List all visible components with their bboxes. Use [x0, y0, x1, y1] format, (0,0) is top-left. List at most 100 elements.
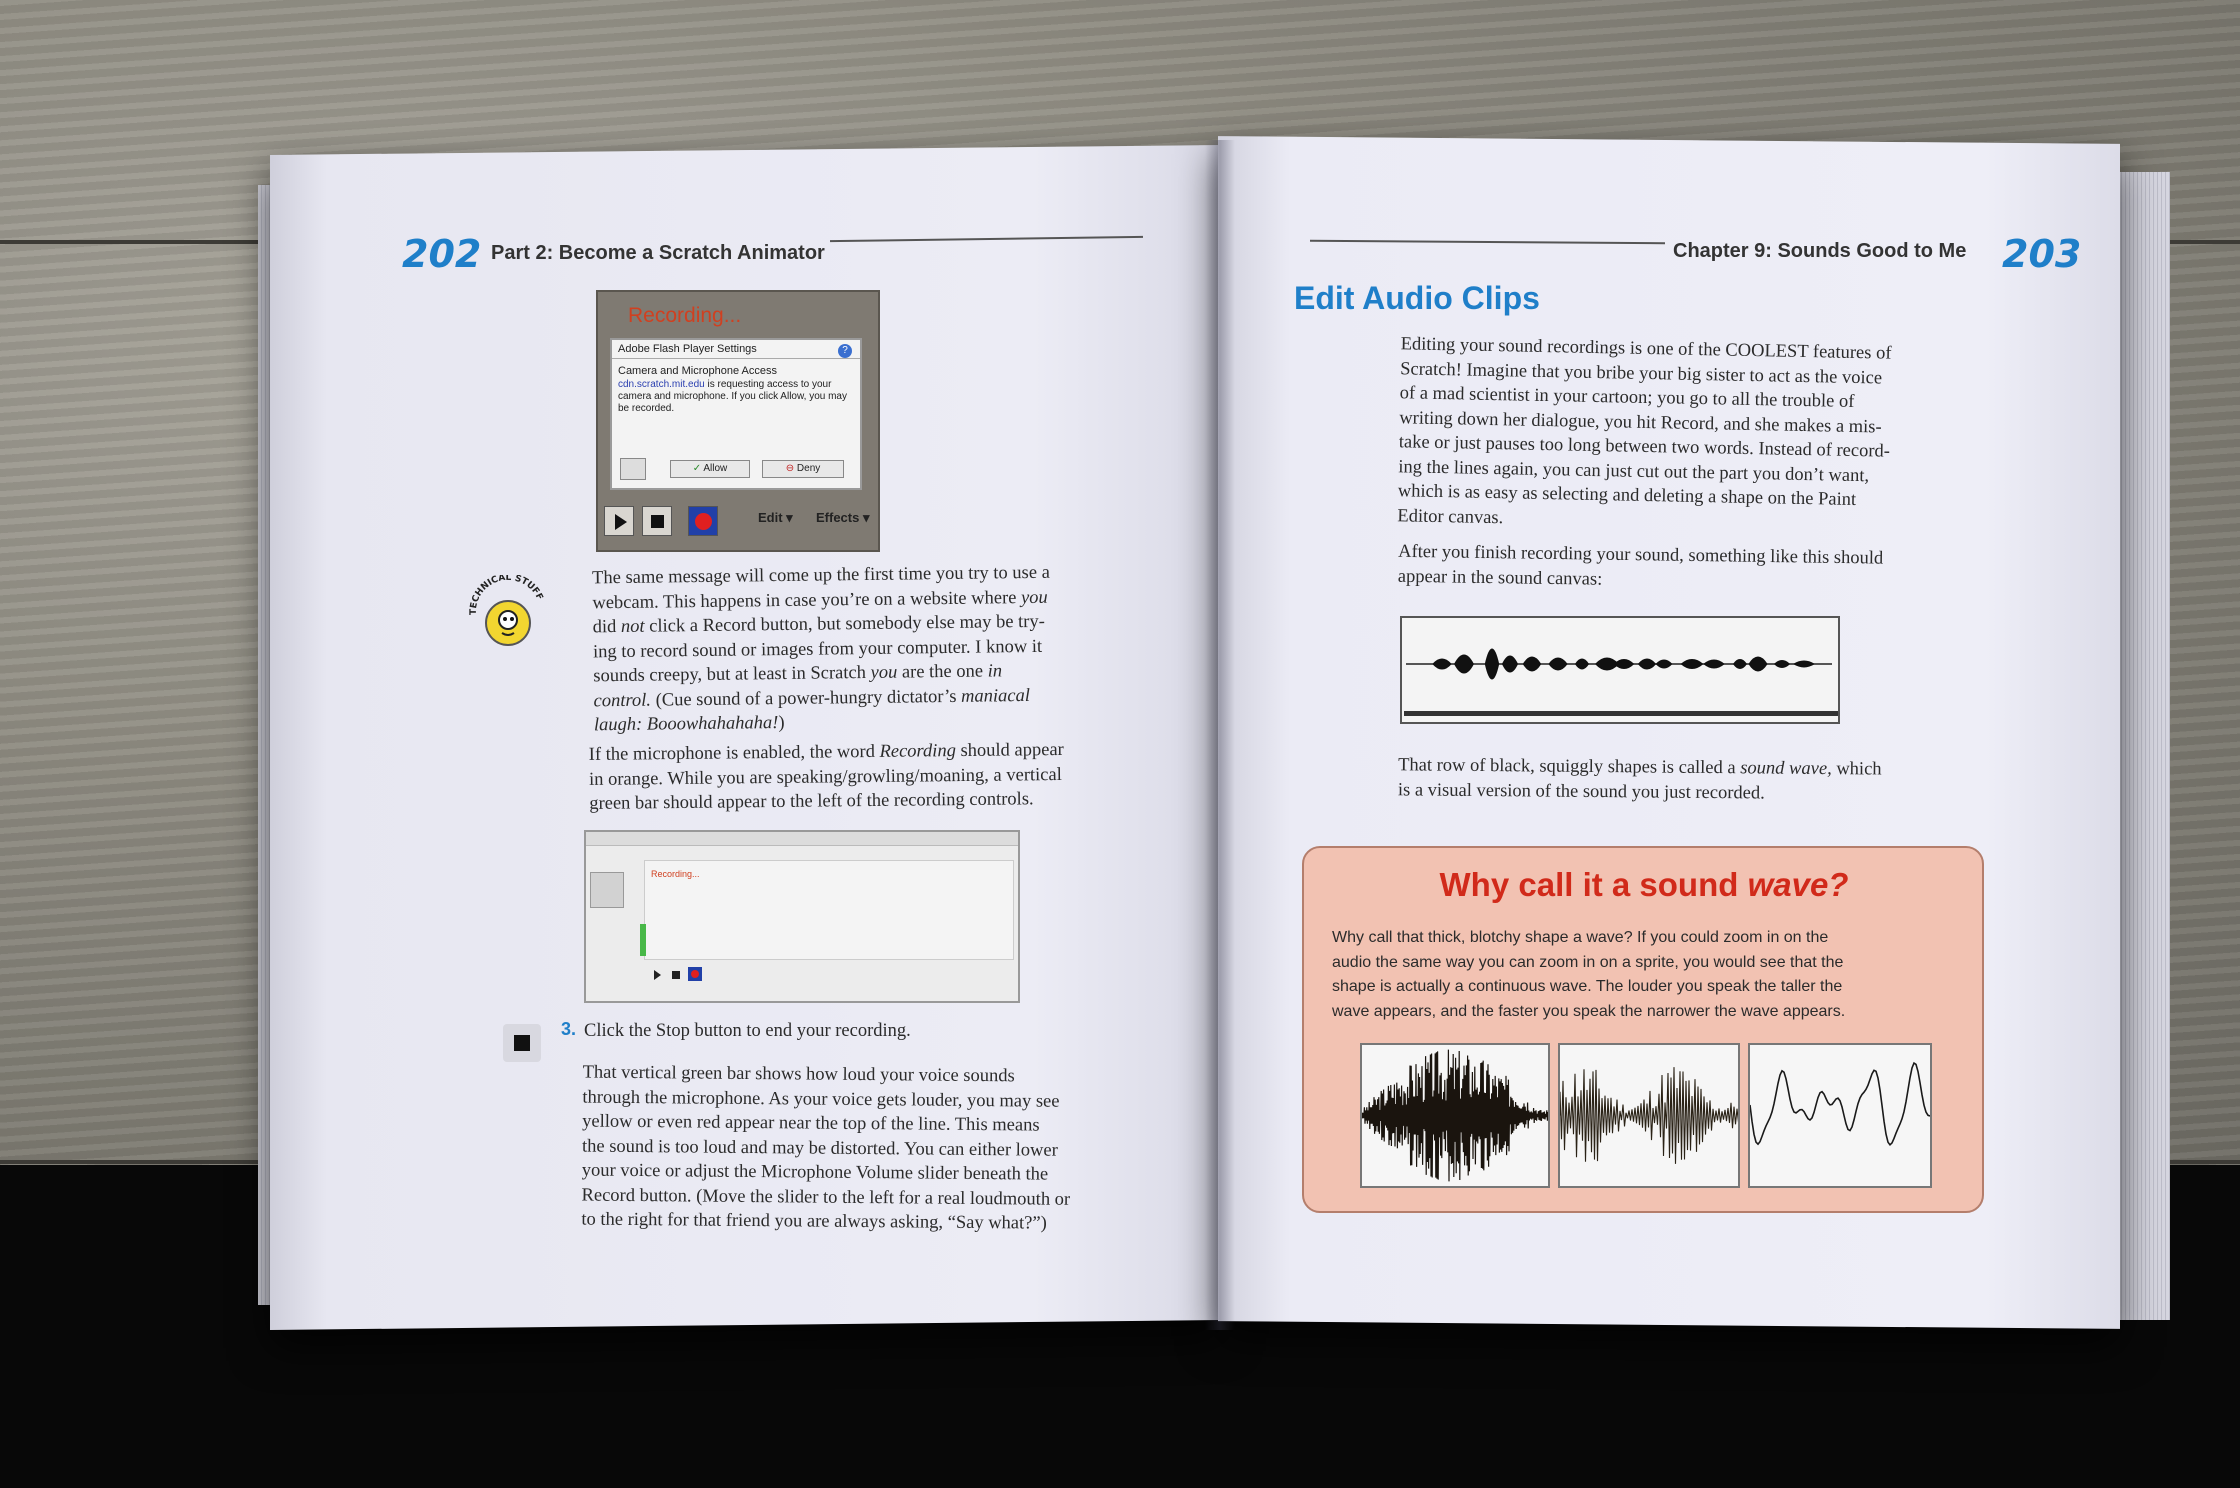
stop-line: to the right for that friend you are alw…	[581, 1209, 1047, 1234]
sidebar-line: audio the same way you can zoom in on a …	[1332, 953, 1844, 971]
monitor-icon	[620, 458, 646, 480]
technical-tip-paragraph: The same message will come up the first …	[592, 560, 1139, 738]
allow-label: Allow	[703, 463, 728, 474]
flash-permission-screenshot: Recording... Adobe Flash Player Settings…	[596, 290, 880, 552]
left-running-head: Part 2: Become a Scratch Animator	[491, 242, 825, 264]
sidebar-line: wave appears, and the faster you speak t…	[1332, 1002, 1846, 1020]
right-page-number: 203	[2002, 232, 2082, 276]
intro-line: of a mad scientist in your cartoon; you …	[1399, 383, 1855, 412]
sound-wave-sidebar: Why call it a sound wave? Why call that …	[1302, 846, 1984, 1213]
tip-line: The same message will come up the first …	[591, 562, 1050, 589]
caption-line: That row of black, squiggly shapes is ca…	[1398, 755, 1741, 779]
flash-settings-dialog: Adobe Flash Player Settings ? Camera and…	[610, 338, 862, 490]
tip-emphasis: control.	[593, 690, 652, 711]
record-icon	[688, 967, 702, 981]
sound-wave-caption: That row of black, squiggly shapes is ca…	[1398, 753, 2018, 807]
after-recording-paragraph: After you finish recording your sound, s…	[1398, 540, 1999, 597]
caption-line: which	[1831, 759, 1882, 780]
tip-line: click a Record button, but somebody else…	[644, 611, 1045, 637]
stop-line: through the microphone. As your voice ge…	[582, 1087, 1060, 1112]
stop-line: Record button. (Move the slider to the l…	[581, 1185, 1071, 1210]
sidebar-text: Why call that thick, blotchy shape a wav…	[1332, 926, 1962, 1024]
intro-line: ing the lines again, you can just cut ou…	[1398, 456, 1870, 486]
tip-emphasis: laugh: Booowhahahaha!	[593, 713, 779, 736]
record-icon	[688, 506, 718, 536]
tip-line: are the one	[897, 661, 988, 683]
recording-label: Recording...	[628, 304, 742, 327]
mic-line: in orange. While you are speaking/growli…	[588, 764, 1062, 790]
dialog-subtitle: Camera and Microphone Access	[618, 365, 777, 377]
right-running-head: Chapter 9: Sounds Good to Me	[1673, 240, 1967, 262]
stop-icon	[642, 506, 672, 536]
volume-green-bar	[640, 924, 646, 956]
sidebar-line: Why call that thick, blotchy shape a wav…	[1332, 929, 1829, 946]
step-number: 3.	[561, 1019, 577, 1039]
dialog-link: cdn.scratch.mit.edu	[618, 379, 705, 390]
sound-wave-graphic	[1406, 648, 1832, 680]
tip-line: ing to record sound or images from your …	[592, 636, 1043, 662]
sound-canvas: Recording...	[644, 860, 1014, 960]
sidebar-title-text: Why call it a sound	[1439, 866, 1748, 903]
editor-tabs	[586, 832, 1018, 846]
deny-button: ⊖ Deny	[762, 460, 844, 478]
medium-wave-panel	[1558, 1043, 1740, 1188]
allow-button: ✓ Allow	[670, 460, 750, 478]
book-gutter	[1205, 140, 1235, 1330]
tip-line: webcam. This happens in case you’re on a…	[592, 587, 1022, 613]
caption-line: is a visual version of the sound you jus…	[1397, 779, 1765, 803]
tip-line: (Cue sound of a power-hungry dictator’s	[650, 686, 962, 711]
tip-line: )	[778, 712, 785, 734]
dialog-message: cdn.scratch.mit.edu is requesting access…	[612, 379, 860, 415]
tip-emphasis: in	[987, 661, 1003, 682]
tip-emphasis: not	[620, 616, 645, 637]
mic-emphasis: Recording	[879, 741, 957, 762]
canvas-scrollbar	[1404, 711, 1838, 716]
tip-emphasis: maniacal	[960, 685, 1031, 707]
intro-line: Editor canvas.	[1397, 505, 1504, 528]
tip-line: sounds creepy, but at least in Scratch	[593, 662, 871, 687]
play-icon	[654, 970, 661, 980]
edit-menu: Edit ▾	[758, 510, 793, 525]
recording-label: Recording...	[651, 869, 700, 879]
effects-menu: Effects ▾	[816, 510, 870, 525]
intro-line: Scratch! Imagine that you bribe your big…	[1400, 358, 1883, 389]
caption-emphasis: sound wave,	[1740, 758, 1832, 780]
intro-paragraph: Editing your sound recordings is one of …	[1397, 332, 2001, 539]
mic-line: If the microphone is enabled, the word	[588, 741, 880, 765]
tip-emphasis: you	[870, 662, 898, 683]
tip-line: did	[592, 616, 622, 638]
dense-wave-panel	[1360, 1043, 1550, 1188]
sidebar-line: shape is actually a continuous wave. The…	[1332, 978, 1843, 995]
sidebar-title: Why call it a sound wave?	[1304, 866, 1984, 904]
mic-line: green bar should appear to the left of t…	[589, 789, 1034, 814]
zoomed-wave-panel	[1748, 1043, 1932, 1188]
stop-line: That vertical green bar shows how loud y…	[582, 1062, 1015, 1087]
stop-icon	[672, 971, 680, 979]
sound-thumbnail-icon	[590, 872, 624, 908]
step-text: Click the Stop button to end your record…	[584, 1021, 911, 1041]
stop-line: your voice or adjust the Microphone Volu…	[581, 1160, 1049, 1185]
intro-line: which is as easy as selecting and deleti…	[1397, 481, 1857, 511]
sound-wave-canvas	[1400, 616, 1840, 724]
stop-line: yellow or even red appear near the top o…	[582, 1111, 1040, 1136]
dense-wave-graphic	[1361, 1049, 1550, 1182]
medium-wave-graphic	[1559, 1067, 1740, 1164]
deny-label: Deny	[796, 463, 821, 474]
after-line: After you finish recording your sound, s…	[1398, 541, 1884, 569]
technical-stuff-icon: TECHNICAL STUFF	[469, 575, 544, 646]
zoomed-wave-graphic	[1749, 1061, 1931, 1146]
after-line: appear in the sound canvas:	[1397, 566, 1603, 590]
section-title: Edit Audio Clips	[1294, 280, 1540, 316]
tip-emphasis: you	[1020, 587, 1048, 608]
mic-line: should appear	[955, 739, 1064, 762]
stop-button-icon	[503, 1024, 541, 1062]
play-icon	[604, 506, 634, 536]
microphone-paragraph: If the microphone is enabled, the word R…	[589, 737, 1150, 816]
sidebar-title-emphasis: wave?	[1747, 866, 1849, 903]
left-page-number: 202	[402, 232, 482, 276]
dialog-title: Adobe Flash Player Settings	[612, 340, 860, 359]
stop-paragraph: That vertical green bar shows how loud y…	[581, 1061, 1142, 1237]
intro-line: writing down her dialogue, you hit Recor…	[1399, 407, 1882, 438]
stop-line: the sound is too loud and may be distort…	[581, 1136, 1058, 1161]
scratch-sound-editor-screenshot: Recording...	[584, 830, 1020, 1003]
